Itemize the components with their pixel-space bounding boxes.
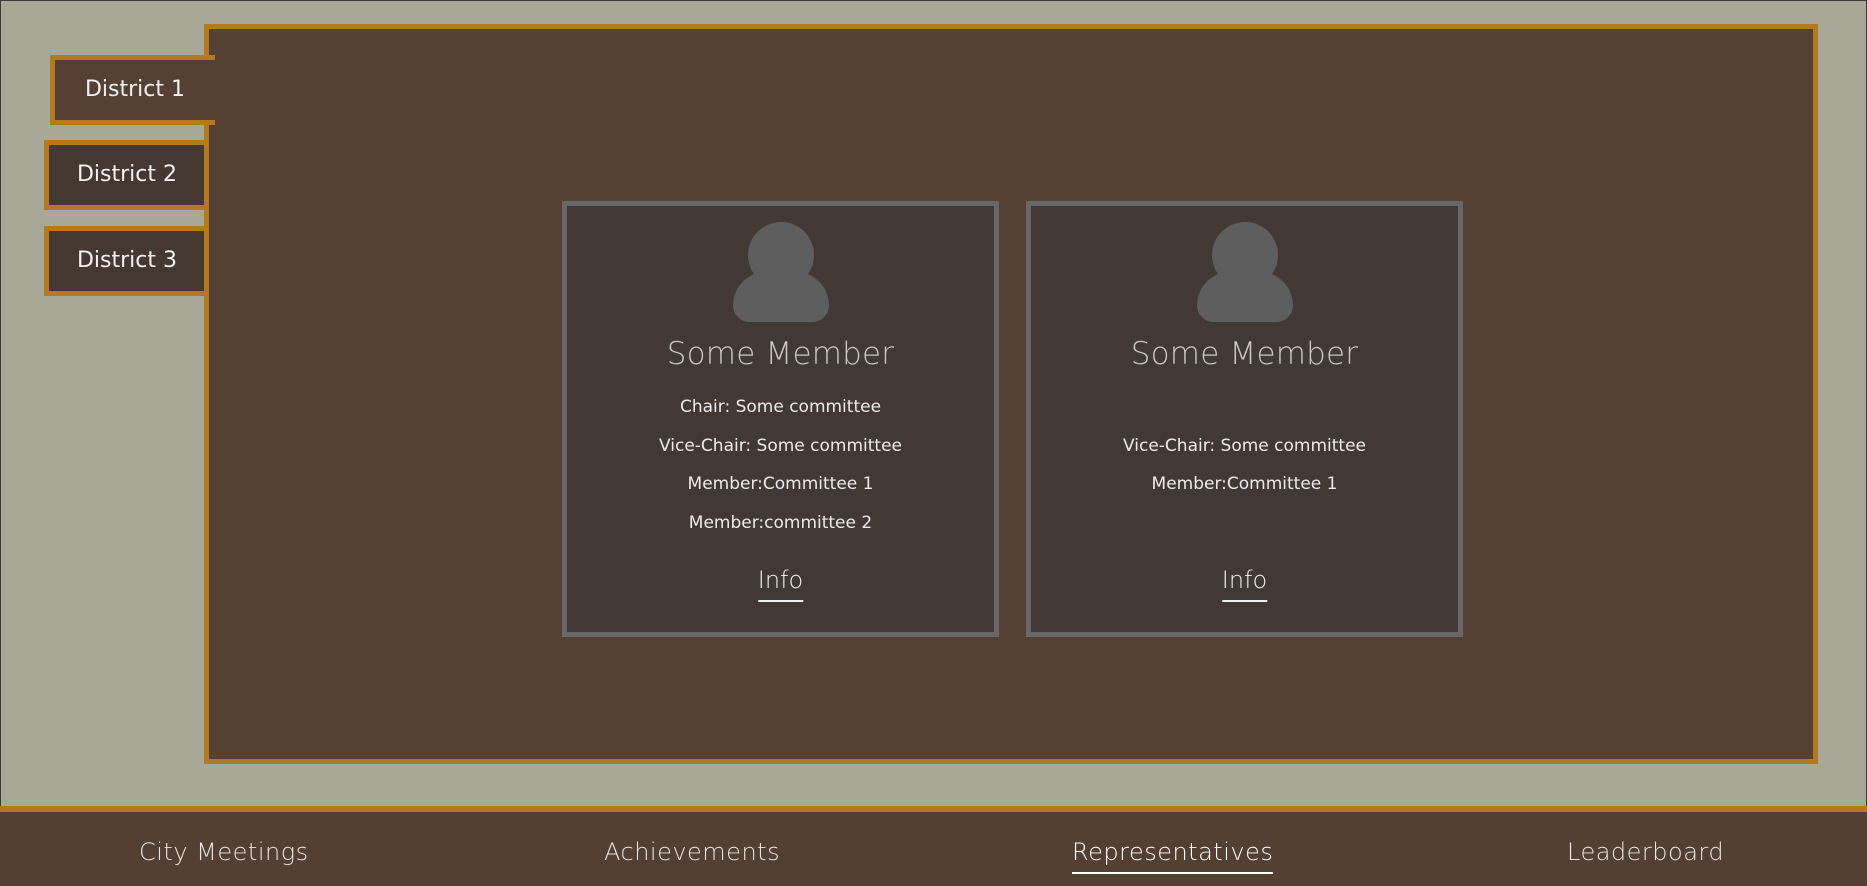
- nav-city-meetings[interactable]: City Meetings: [139, 838, 309, 866]
- member-role-1: Member:Committee 1: [1151, 474, 1338, 494]
- member-name: Some Member: [1130, 336, 1359, 372]
- nav-leaderboard[interactable]: Leaderboard: [1567, 838, 1724, 866]
- tab-district-1[interactable]: District 1: [50, 55, 215, 125]
- member-role-1: Member:Committee 1: [687, 474, 874, 494]
- representatives-panel: Some Member Chair: Some committee Vice-C…: [204, 24, 1818, 764]
- member-card: Some Member Chair: Some committee Vice-C…: [562, 201, 999, 637]
- info-link[interactable]: Info: [1221, 566, 1268, 602]
- info-link[interactable]: Info: [757, 566, 804, 602]
- person-silhouette-icon: [732, 222, 829, 324]
- member-name: Some Member: [666, 336, 895, 372]
- nav-achievements[interactable]: Achievements: [604, 838, 780, 866]
- member-card: Some Member Vice-Chair: Some committee M…: [1026, 201, 1463, 637]
- vice-chair-role: Vice-Chair: Some committee: [1123, 436, 1366, 456]
- nav-representatives[interactable]: Representatives: [1072, 838, 1274, 874]
- chair-role: Chair: Some committee: [679, 397, 882, 417]
- tab-district-3[interactable]: District 3: [44, 226, 210, 296]
- tab-district-2[interactable]: District 2: [44, 140, 210, 210]
- person-silhouette-icon: [1196, 222, 1293, 324]
- vice-chair-role: Vice-Chair: Some committee: [659, 436, 902, 456]
- bottom-nav: City Meetings Achievements Representativ…: [0, 806, 1867, 886]
- member-role-2: Member:committee 2: [688, 513, 873, 533]
